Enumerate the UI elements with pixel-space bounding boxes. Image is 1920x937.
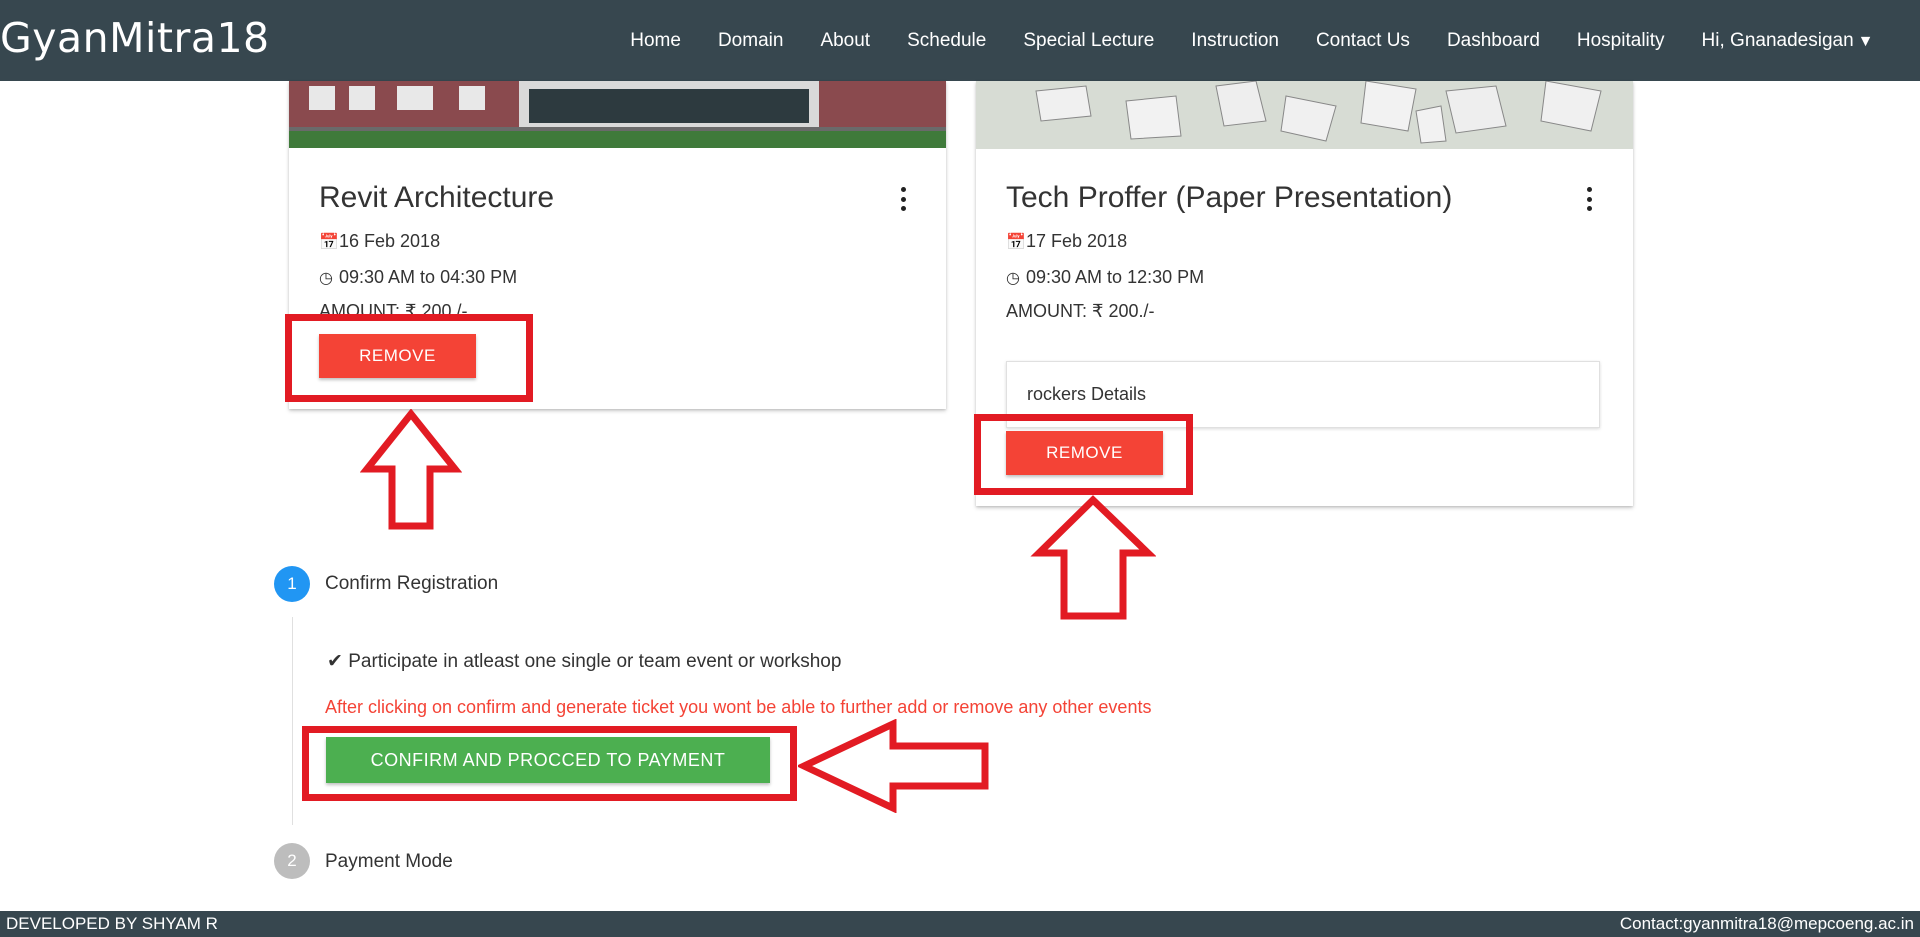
up-arrow-icon [360,409,462,530]
calendar-icon: 📅 [1006,234,1026,251]
footer: DEVELOPED BY SHYAM R Contact:gyanmitra18… [0,911,1920,937]
left-arrow-icon [798,719,989,813]
contact-email[interactable]: Contact:gyanmitra18@mepcoeng.ac.in [1620,914,1914,934]
brand-logo[interactable]: GyanMitra18 [0,14,270,62]
event-date: 📅17 Feb 2018 [1006,231,1128,251]
warning-text: After clicking on confirm and generate t… [325,697,1152,717]
step-1-label[interactable]: Confirm Registration [325,573,498,595]
nav-schedule[interactable]: Schedule [889,30,1005,52]
check-icon: ✔ [327,651,343,672]
developer-credit: DEVELOPED BY SHYAM R [6,914,218,933]
annotation-box-remove-1 [285,314,533,402]
event-amount: AMOUNT: ₹ 200./- [1006,301,1155,321]
calendar-icon: 📅 [319,234,339,251]
step-connector [292,617,293,825]
step-2-label[interactable]: Payment Mode [325,851,453,873]
user-greeting: Hi, Gnanadesigan [1701,29,1854,51]
event-image [289,81,946,148]
nav-home[interactable]: Home [612,30,700,52]
event-time: ◷ 09:30 AM to 04:30 PM [319,267,518,287]
clock-icon: ◷ [319,270,333,287]
step-2-indicator: 2 [274,843,310,879]
nav-dashboard[interactable]: Dashboard [1428,30,1558,52]
nav-special-lecture[interactable]: Special Lecture [1005,30,1173,52]
nav-hospitality[interactable]: Hospitality [1558,30,1683,52]
step-1-indicator: 1 [274,566,310,602]
requirement-item: ✔ Participate in atleast one single or t… [327,651,842,672]
more-vert-icon[interactable] [900,187,906,211]
confirm-payment-button[interactable]: CONFIRM AND PROCCED TO PAYMENT [326,737,770,783]
caret-down-icon: ▼ [1857,32,1874,50]
event-date: 📅16 Feb 2018 [319,231,441,251]
user-menu[interactable]: Hi, Gnanadesigan ▼ [1683,30,1892,52]
annotation-box-remove-2 [974,414,1193,495]
nav-contact-us[interactable]: Contact Us [1297,30,1428,52]
nav-menu: Home Domain About Schedule Special Lectu… [612,0,1892,81]
clock-icon: ◷ [1006,270,1020,287]
nav-instruction[interactable]: Instruction [1173,30,1298,52]
more-vert-icon[interactable] [1586,187,1592,211]
up-arrow-icon [1030,495,1156,620]
event-title: Revit Architecture [319,181,555,214]
event-image [976,81,1633,149]
top-navbar: GyanMitra18 Home Domain About Schedule S… [0,0,1920,81]
nav-domain[interactable]: Domain [699,30,801,52]
nav-about[interactable]: About [802,30,889,52]
event-time: ◷ 09:30 AM to 12:30 PM [1006,267,1205,287]
event-title: Tech Proffer (Paper Presentation) [1006,181,1453,214]
